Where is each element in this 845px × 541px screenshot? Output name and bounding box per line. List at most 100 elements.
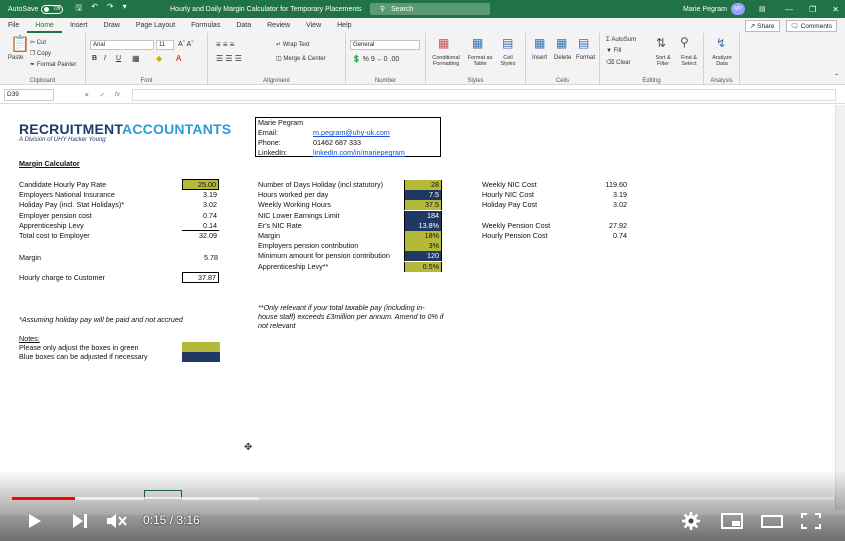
autosave-toggle[interactable]: AutoSave Off: [8, 4, 64, 14]
align-left-icon[interactable]: ☰ ☰ ☰: [216, 54, 242, 63]
delete-button[interactable]: Delete: [554, 55, 571, 61]
theater-mode-button[interactable]: [760, 510, 784, 532]
format-painter-button[interactable]: ✒ Format Painter: [30, 61, 76, 68]
minimize-icon[interactable]: —: [785, 5, 793, 14]
ribbon-display-icon[interactable]: ▤: [759, 5, 766, 13]
fill-color-icon[interactable]: ◆: [156, 54, 162, 63]
search-box[interactable]: ⚲ Search: [370, 3, 490, 15]
vertical-scrollbar[interactable]: [835, 105, 845, 510]
font-color-icon[interactable]: A: [176, 54, 181, 63]
format-cells-icon[interactable]: ▤: [578, 37, 589, 49]
formula-input[interactable]: [132, 89, 836, 101]
param-input[interactable]: 37.5: [404, 200, 442, 211]
redo-icon[interactable]: ↷: [107, 2, 114, 16]
conditional-formatting-icon[interactable]: ▦: [438, 37, 449, 49]
font-name-select[interactable]: Arial: [90, 40, 154, 50]
param-input[interactable]: 18%: [404, 231, 442, 241]
paste-icon[interactable]: 📋: [10, 37, 30, 53]
font-size-select[interactable]: 11: [156, 40, 174, 50]
linkedin-link[interactable]: linkedin.com/in/mariepegram: [313, 148, 405, 157]
video-progress-bar[interactable]: [12, 497, 834, 500]
cancel-icon[interactable]: ✕: [84, 91, 89, 99]
autosum-button[interactable]: Σ AutoSum: [606, 37, 636, 43]
insert-cells-icon[interactable]: ▦: [534, 37, 545, 49]
notes-title: Notes:: [19, 334, 40, 343]
mute-button[interactable]: [105, 510, 129, 532]
insert-function-icon[interactable]: fx: [115, 91, 120, 99]
analyze-data-button[interactable]: Analyze Data: [708, 55, 736, 67]
param-input[interactable]: 7.5: [404, 190, 442, 201]
hourly-charge-value[interactable]: 37.87: [182, 272, 219, 283]
tab-draw[interactable]: Draw: [95, 18, 127, 33]
customize-qat-icon[interactable]: ▾: [123, 2, 127, 16]
cell-styles-button[interactable]: Cell Styles: [496, 55, 520, 67]
next-button[interactable]: [70, 510, 90, 532]
clear-button[interactable]: ⌫ Clear: [606, 59, 631, 66]
fill-button[interactable]: ▼ Fill: [606, 48, 621, 54]
bold-button[interactable]: B: [92, 55, 97, 62]
conditional-formatting-button[interactable]: Conditional Formatting: [428, 55, 464, 67]
tab-insert[interactable]: Insert: [62, 18, 96, 33]
wrap-text-button[interactable]: ↵ Wrap Text: [276, 41, 310, 48]
tab-home[interactable]: Home: [27, 18, 62, 33]
name-box[interactable]: D39: [4, 88, 54, 101]
pay-rate-input[interactable]: 25.00: [182, 179, 219, 190]
autosave-switch[interactable]: Off: [41, 4, 64, 14]
result-value: 27.92: [609, 221, 627, 230]
number-format-select[interactable]: General: [350, 40, 420, 50]
find-select-icon[interactable]: ⚲: [680, 36, 689, 48]
param-input[interactable]: 13.8%: [404, 220, 442, 231]
user-account[interactable]: Marie Pegram MP ▤: [683, 3, 766, 15]
format-table-button[interactable]: Format as Table: [466, 55, 494, 67]
format-button[interactable]: Format: [576, 55, 595, 61]
param-input[interactable]: 28: [404, 180, 442, 190]
underline-button[interactable]: U: [116, 55, 121, 62]
grow-font-button[interactable]: Aˆ Aˇ: [178, 41, 194, 48]
undo-icon[interactable]: ↶: [91, 2, 98, 16]
sort-filter-icon[interactable]: ⇅: [656, 37, 666, 49]
tab-help[interactable]: Help: [329, 18, 359, 33]
find-select-button[interactable]: Find & Select: [676, 55, 702, 67]
tab-review[interactable]: Review: [259, 18, 298, 33]
number-group-label: Number: [374, 78, 397, 84]
currency-icon[interactable]: 💲 % 9 ←0 .00: [352, 55, 399, 63]
avatar[interactable]: MP: [730, 3, 745, 15]
close-icon[interactable]: ✕: [832, 5, 839, 14]
param-input[interactable]: 184: [404, 210, 442, 221]
enter-icon[interactable]: ✓: [99, 91, 104, 99]
copy-button[interactable]: ❐ Copy: [30, 50, 51, 57]
comments-button[interactable]: 🗨 Comments: [785, 20, 837, 32]
play-button[interactable]: [24, 510, 44, 532]
copy-label: Copy: [37, 51, 52, 57]
insert-button[interactable]: Insert: [532, 55, 547, 61]
phone-label: Phone:: [258, 138, 281, 147]
italic-button[interactable]: I: [104, 55, 106, 62]
tab-page-layout[interactable]: Page Layout: [128, 18, 183, 33]
tab-formulas[interactable]: Formulas: [183, 18, 228, 33]
param-label: Number of Days Holiday (incl statutory): [258, 180, 384, 189]
sort-filter-button[interactable]: Sort & Filter: [650, 55, 676, 67]
borders-icon[interactable]: ▦: [132, 54, 140, 63]
format-table-icon[interactable]: ▦: [472, 37, 483, 49]
param-input[interactable]: 0.5%: [404, 261, 442, 272]
collapse-ribbon-icon[interactable]: ⌃: [834, 73, 839, 80]
param-input[interactable]: 3%: [404, 241, 442, 252]
restore-icon[interactable]: ❐: [809, 5, 816, 14]
fullscreen-button[interactable]: [800, 510, 822, 532]
cell-styles-icon[interactable]: ▤: [502, 37, 513, 49]
share-button[interactable]: ↗ Share: [744, 20, 780, 32]
settings-button[interactable]: [681, 510, 701, 532]
param-input[interactable]: 120: [404, 251, 442, 262]
analyze-data-icon[interactable]: ↯: [716, 37, 726, 49]
save-icon[interactable]: 🖫: [75, 2, 82, 16]
cut-button[interactable]: ✂ Cut: [30, 39, 46, 46]
tab-data[interactable]: Data: [228, 18, 259, 33]
merge-center-button[interactable]: ◫ Merge & Center: [276, 55, 326, 62]
paste-button[interactable]: Paste: [8, 55, 23, 61]
miniplayer-button[interactable]: [720, 510, 744, 532]
delete-cells-icon[interactable]: ▦: [556, 37, 567, 49]
tab-file[interactable]: File: [0, 18, 27, 33]
tab-view[interactable]: View: [298, 18, 329, 33]
email-link[interactable]: m.pegram@uhy-uk.com: [313, 128, 390, 137]
align-top-icon[interactable]: ≡ ≡ ≡: [216, 40, 234, 49]
